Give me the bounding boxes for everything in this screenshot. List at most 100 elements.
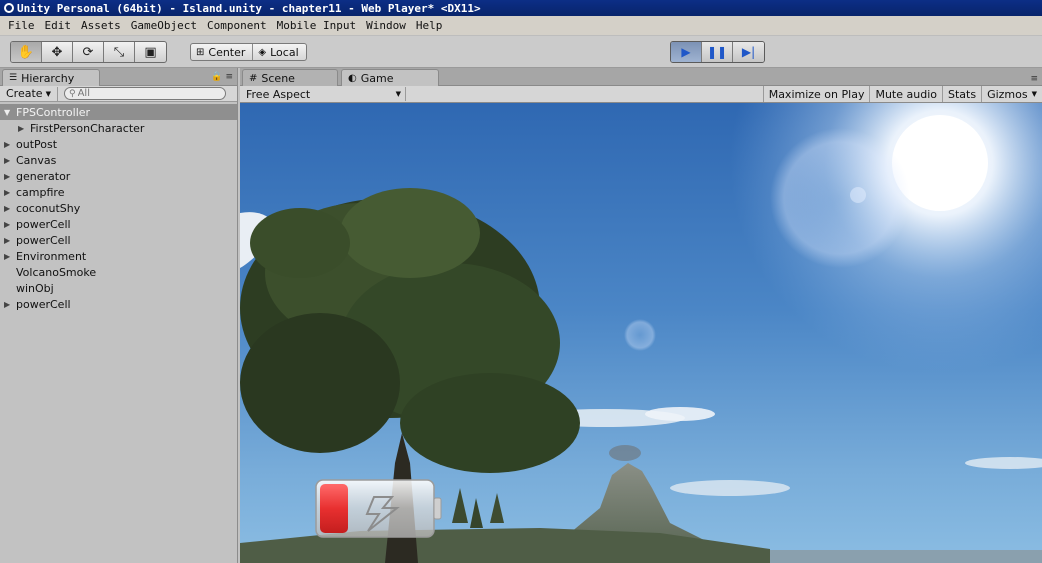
stats-label: Stats xyxy=(947,87,977,101)
hierarchy-item-label: outPost xyxy=(16,137,58,151)
game-panel: # Scene ◐ Game ≡ Free Aspect ▼ Maximize … xyxy=(240,68,1042,563)
transform-tools: ✋ ✥ ⟳ ⤡ ▣ xyxy=(10,41,167,63)
hierarchy-item[interactable]: ▶ powerCell xyxy=(0,296,237,312)
volcano-smoke xyxy=(609,445,641,461)
menu-assets[interactable]: Assets xyxy=(76,17,126,35)
panel-menu-icon[interactable]: ≡ xyxy=(225,72,233,82)
create-button[interactable]: Create ▼ xyxy=(0,86,58,101)
collapsed-arrow-icon[interactable]: ▶ xyxy=(4,220,16,229)
space-label: Local xyxy=(270,45,299,59)
rect-tool[interactable]: ▣ xyxy=(135,42,166,62)
hierarchy-item[interactable]: winObj xyxy=(0,280,237,296)
gizmos-label: Gizmos xyxy=(987,87,1028,101)
hierarchy-item[interactable]: ▶ generator xyxy=(0,168,237,184)
title-bar: Unity Personal (64bit) - Island.unity - … xyxy=(0,0,1042,16)
hierarchy-item[interactable]: ▶ Canvas xyxy=(0,152,237,168)
collapsed-arrow-icon[interactable]: ▶ xyxy=(4,140,16,149)
tab-game[interactable]: ◐ Game xyxy=(341,69,439,86)
scale-tool[interactable]: ⤡ xyxy=(104,42,135,62)
hierarchy-tab-strip: ☰ Hierarchy 🔒 ≡ xyxy=(0,68,237,86)
play-button[interactable]: ▶ xyxy=(671,42,702,62)
hierarchy-subbar: Create ▼ ⚲ xyxy=(0,86,237,102)
playback-controls: ▶ ❚❚ ▶| xyxy=(670,41,765,63)
chevron-down-icon: ▼ xyxy=(1031,90,1037,98)
mute-label: Mute audio xyxy=(875,87,937,101)
collapsed-arrow-icon[interactable]: ▶ xyxy=(4,188,16,197)
main-toolbar: ✋ ✥ ⟳ ⤡ ▣ ⊞ Center ◈ Local ▶ ❚❚ ▶| xyxy=(0,36,1042,68)
mute-audio-toggle[interactable]: Mute audio xyxy=(869,86,942,102)
menu-file[interactable]: File xyxy=(3,17,40,35)
hierarchy-item[interactable]: ▶ campfire xyxy=(0,184,237,200)
hierarchy-item-label: powerCell xyxy=(16,233,71,247)
collapsed-arrow-icon[interactable]: ▶ xyxy=(4,156,16,165)
pause-icon: ❚❚ xyxy=(706,45,728,59)
small-tree xyxy=(490,493,504,523)
hierarchy-item-label: FPSController xyxy=(16,105,91,119)
game-viewport[interactable] xyxy=(240,103,1042,563)
panel-options: 🔒 ≡ xyxy=(211,72,233,82)
hierarchy-item[interactable]: ▼ FPSController xyxy=(0,104,237,120)
game-view-bar: Free Aspect ▼ Maximize on Play Mute audi… xyxy=(240,86,1042,103)
tab-hierarchy[interactable]: ☰ Hierarchy xyxy=(2,69,100,86)
hierarchy-item[interactable]: ▶ outPost xyxy=(0,136,237,152)
menu-help[interactable]: Help xyxy=(411,17,448,35)
collapsed-arrow-icon[interactable]: ▶ xyxy=(4,300,16,309)
hierarchy-item[interactable]: ▶ FirstPersonCharacter xyxy=(0,120,237,136)
hierarchy-item[interactable]: ▶ powerCell xyxy=(0,232,237,248)
window-title: Unity Personal (64bit) - Island.unity - … xyxy=(17,1,481,15)
hierarchy-item[interactable]: VolcanoSmoke xyxy=(0,264,237,280)
lens-flare xyxy=(850,187,866,203)
collapsed-arrow-icon[interactable]: ▶ xyxy=(4,172,16,181)
hierarchy-item[interactable]: ▶ powerCell xyxy=(0,216,237,232)
collapsed-arrow-icon[interactable]: ▶ xyxy=(4,236,16,245)
pivot-toggles: ⊞ Center ◈ Local xyxy=(190,43,307,61)
pause-button[interactable]: ❚❚ xyxy=(702,42,733,62)
tab-scene[interactable]: # Scene xyxy=(242,69,338,86)
menu-mobile-input[interactable]: Mobile Input xyxy=(272,17,361,35)
collapsed-arrow-icon[interactable]: ▶ xyxy=(4,204,16,213)
chevron-down-icon: ▼ xyxy=(45,89,51,98)
game-tab-strip: # Scene ◐ Game ≡ xyxy=(240,68,1042,86)
rect-icon: ▣ xyxy=(144,44,157,60)
expanded-arrow-icon[interactable]: ▼ xyxy=(4,108,16,117)
lock-icon[interactable]: 🔒 xyxy=(211,72,222,82)
aspect-dropdown[interactable]: Free Aspect ▼ xyxy=(246,87,406,101)
menu-window[interactable]: Window xyxy=(361,17,411,35)
hierarchy-item-label: Canvas xyxy=(16,153,57,167)
chevron-down-icon: ▼ xyxy=(395,90,401,98)
move-icon: ✥ xyxy=(51,44,63,60)
search-icon: ⚲ xyxy=(69,88,76,99)
maximize-label: Maximize on Play xyxy=(768,87,865,101)
pivot-center-button[interactable]: ⊞ Center xyxy=(191,44,254,60)
panel-menu-icon[interactable]: ≡ xyxy=(1030,74,1038,84)
gizmos-dropdown[interactable]: Gizmos ▼ xyxy=(981,86,1042,102)
step-button[interactable]: ▶| xyxy=(733,42,764,62)
hierarchy-search-input[interactable] xyxy=(77,88,198,99)
collapsed-arrow-icon[interactable]: ▶ xyxy=(4,252,16,261)
pivot-local-button[interactable]: ◈ Local xyxy=(253,44,305,60)
game-view-toggles: Maximize on Play Mute audio Stats Gizmos… xyxy=(762,86,1042,102)
small-tree xyxy=(470,498,483,528)
menu-edit[interactable]: Edit xyxy=(40,17,77,35)
hand-icon: ✋ xyxy=(17,44,35,60)
lens-flare xyxy=(624,319,656,351)
hierarchy-item-label: campfire xyxy=(16,185,65,199)
stats-toggle[interactable]: Stats xyxy=(941,86,981,102)
hand-tool[interactable]: ✋ xyxy=(11,42,42,62)
hierarchy-item-label: generator xyxy=(16,169,71,183)
hierarchy-item[interactable]: ▶ Environment xyxy=(0,248,237,264)
rotate-tool[interactable]: ⟳ xyxy=(73,42,104,62)
create-label: Create xyxy=(6,87,43,100)
maximize-on-play-toggle[interactable]: Maximize on Play xyxy=(762,86,870,102)
menu-gameobject[interactable]: GameObject xyxy=(126,17,202,35)
menu-component[interactable]: Component xyxy=(202,17,272,35)
hierarchy-item[interactable]: ▶ coconutShy xyxy=(0,200,237,216)
collapsed-arrow-icon[interactable]: ▶ xyxy=(18,124,30,133)
aspect-label: Free Aspect xyxy=(246,87,311,101)
move-tool[interactable]: ✥ xyxy=(42,42,73,62)
small-tree xyxy=(452,488,468,523)
menu-bar: File Edit Assets GameObject Component Mobile … xyxy=(0,16,1042,36)
hierarchy-item-label: winObj xyxy=(16,281,54,295)
game-panel-options: ≡ xyxy=(1030,74,1038,84)
scale-icon: ⤡ xyxy=(113,44,125,60)
